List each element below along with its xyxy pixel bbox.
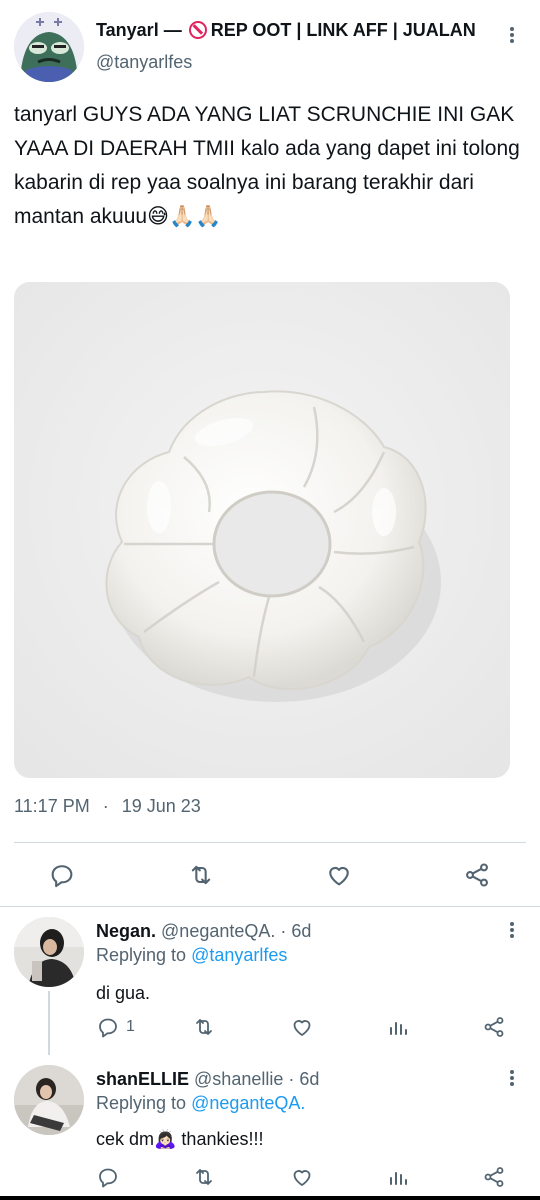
thread-connector [48, 991, 50, 1055]
reply-icon[interactable] [47, 860, 77, 890]
reply-avatar[interactable] [14, 1065, 84, 1135]
reply-action-bar: 1 [96, 1015, 516, 1045]
retweet-icon[interactable] [192, 1165, 216, 1189]
reply-reply-button[interactable]: 1 [96, 1015, 135, 1039]
reply-author-handle: @neganteQA. [161, 921, 276, 941]
like-icon[interactable] [290, 1015, 314, 1039]
replying-to-link[interactable]: @neganteQA. [191, 1093, 305, 1113]
reply-text: di gua. [96, 983, 151, 1003]
tweet-timestamp[interactable]: 11:17 PM · 19 Jun 23 [14, 796, 201, 817]
avatar-illustration [14, 12, 84, 82]
reply-text: cek dm🙇🏻‍♀️ thankies!!! [96, 1129, 264, 1149]
reply-age: · 6d [283, 1069, 320, 1089]
share-icon[interactable] [462, 860, 492, 890]
stats-divider [14, 842, 526, 843]
reply-more-icon[interactable] [504, 1067, 520, 1089]
reply-avatar-photo [14, 917, 84, 987]
like-icon[interactable] [290, 1165, 314, 1189]
meta-separator: · [102, 796, 109, 816]
reply-author-name: shanELLIE [96, 1069, 190, 1089]
replying-to: Replying to @neganteQA. [96, 1093, 305, 1114]
replying-to: Replying to @tanyarlfes [96, 945, 287, 966]
scrunchie-photo [14, 282, 510, 778]
replying-to-label: Replying to [96, 1093, 192, 1113]
analytics-icon[interactable] [386, 1165, 410, 1189]
analytics-icon[interactable] [386, 1015, 410, 1039]
replying-to-link[interactable]: @tanyarlfes [191, 945, 287, 965]
share-icon[interactable] [482, 1015, 506, 1039]
reply-item[interactable]: Negan. @neganteQA. · 6d Replying to @tan… [0, 907, 540, 1055]
author-avatar[interactable] [14, 12, 84, 82]
tweet-header: Tanyarl — REP OOT | LINK AFF | JUALAN @t… [0, 0, 540, 90]
reply-avatar[interactable] [14, 917, 84, 987]
reply-avatar-photo [14, 1065, 84, 1135]
reply-icon [99, 1168, 117, 1188]
author-display-name[interactable]: Tanyarl — REP OOT | LINK AFF | JUALAN [96, 20, 476, 41]
reply-age: · 6d [275, 921, 312, 941]
tweet-photo[interactable] [14, 282, 510, 778]
reply-item[interactable]: shanELLIE @shanellie · 6d Replying to @n… [0, 1055, 540, 1196]
tweet-action-bar [0, 846, 540, 906]
retweet-icon[interactable] [186, 860, 216, 890]
no-entry-icon [188, 21, 207, 39]
tweet-time: 11:17 PM [14, 796, 90, 816]
replying-to-label: Replying to [96, 945, 192, 965]
like-icon[interactable] [324, 860, 354, 890]
share-icon[interactable] [482, 1165, 506, 1189]
reply-author-handle: @shanellie [194, 1069, 284, 1089]
display-name-prefix: Tanyarl — [96, 20, 187, 40]
tweet-date: 19 Jun 23 [121, 796, 201, 816]
more-options-icon[interactable] [504, 24, 520, 46]
reply-count: 1 [126, 1018, 135, 1035]
screen-bottom-edge [0, 1196, 540, 1200]
reply-author[interactable]: Negan. @neganteQA. · 6d [96, 921, 311, 942]
display-name-suffix: REP OOT | LINK AFF | JUALAN [210, 20, 476, 40]
author-handle[interactable]: @tanyarlfes [96, 52, 192, 73]
reply-author[interactable]: shanELLIE @shanellie · 6d [96, 1069, 319, 1090]
retweet-icon[interactable] [192, 1015, 216, 1039]
reply-more-icon[interactable] [504, 919, 520, 941]
reply-reply-button[interactable] [96, 1165, 126, 1189]
reply-icon [99, 1018, 117, 1038]
reply-author-name: Negan. [96, 921, 157, 941]
reply-action-bar [96, 1165, 516, 1195]
tweet-text: tanyarl GUYS ADA YANG LIAT SCRUNCHIE INI… [14, 103, 520, 228]
